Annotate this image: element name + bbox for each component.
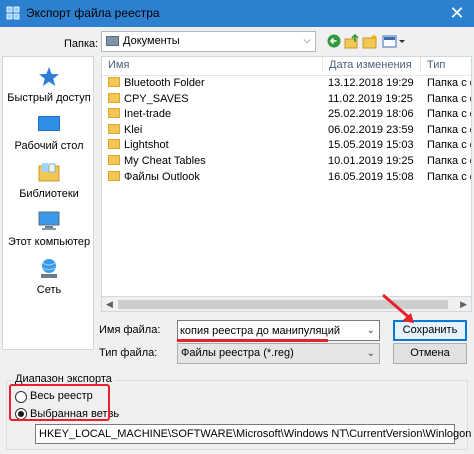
back-icon[interactable] xyxy=(326,32,342,50)
places-bar: Быстрый доступ Рабочий стол Библиотеки Э… xyxy=(2,56,94,350)
filetype-dropdown[interactable]: Файлы реестра (*.reg) ⌄ xyxy=(177,343,380,364)
folder-icon xyxy=(108,77,120,87)
file-date: 15.05.2019 15:03 xyxy=(328,139,414,152)
file-date: 16.05.2019 15:08 xyxy=(328,170,414,183)
new-folder-icon[interactable] xyxy=(362,32,378,50)
chevron-down-icon: ⌵ xyxy=(303,35,311,46)
file-row[interactable]: Klei 06.02.2019 23:59 Папка с ф xyxy=(102,123,471,139)
file-type: Папка с ф xyxy=(427,170,471,183)
filename-label: Имя файла: xyxy=(99,324,161,336)
folder-icon xyxy=(108,155,120,165)
file-type: Папка с ф xyxy=(427,123,471,136)
file-name: CPY_SAVES xyxy=(124,92,189,105)
folder-icon xyxy=(108,92,120,103)
window-title: Экспорт файла реестра xyxy=(26,6,160,20)
file-type: Папка с ф xyxy=(427,108,471,121)
file-row[interactable]: Inet-trade 25.02.2019 18:06 Папка с ф xyxy=(102,107,471,123)
place-label: Сеть xyxy=(36,284,62,296)
filetype-value: Файлы реестра (*.reg) xyxy=(181,347,294,359)
branch-path-field[interactable]: HKEY_LOCAL_MACHINE\SOFTWARE\Microsoft\Wi… xyxy=(35,424,471,444)
file-type: Папка с ф xyxy=(427,139,471,152)
branch-path-value: HKEY_LOCAL_MACHINE\SOFTWARE\Microsoft\Wi… xyxy=(39,428,472,440)
desktop-icon xyxy=(38,116,60,131)
file-name: Inet-trade xyxy=(124,108,172,121)
scroll-right-icon[interactable]: ▶ xyxy=(460,299,467,310)
place-quick-access[interactable]: Быстрый доступ xyxy=(3,65,95,104)
file-name: Lightshot xyxy=(124,139,169,152)
file-list-header: Имя Дата изменения Тип xyxy=(102,57,471,76)
highlight-box xyxy=(9,384,110,421)
folder-label: Папка: xyxy=(64,38,99,50)
folder-icon xyxy=(108,170,120,181)
up-folder-icon[interactable] xyxy=(344,32,360,50)
file-date: 10.01.2019 19:25 xyxy=(328,155,414,167)
place-label: Быстрый доступ xyxy=(7,92,91,104)
filename-field[interactable]: ⌄ xyxy=(177,320,380,341)
file-type: Папка с ф xyxy=(427,77,471,89)
scroll-left-icon[interactable]: ◀ xyxy=(106,299,113,310)
folder-icon xyxy=(108,139,120,150)
file-type: Папка с ф xyxy=(427,155,471,167)
libraries-icon xyxy=(38,163,60,182)
place-label: Библиотеки xyxy=(19,188,79,200)
column-name[interactable]: Имя xyxy=(102,57,323,72)
file-name: Bluetooth Folder xyxy=(124,77,205,89)
folder-icon xyxy=(108,108,120,119)
place-label: Этот компьютер xyxy=(7,236,91,248)
folder-icon xyxy=(108,123,120,134)
file-date: 06.02.2019 23:59 xyxy=(328,123,414,136)
file-type: Папка с ф xyxy=(427,92,471,105)
chevron-down-icon: ⌄ xyxy=(366,348,375,359)
file-row[interactable]: My Cheat Tables 10.01.2019 19:25 Папка с… xyxy=(102,154,471,170)
close-button[interactable]: ✕ xyxy=(440,0,474,27)
column-type[interactable]: Тип xyxy=(421,57,471,72)
file-row[interactable]: Файлы Outlook 16.05.2019 15:08 Папка с ф xyxy=(102,170,471,186)
file-name: Klei xyxy=(124,123,143,136)
highlight-underline xyxy=(177,339,328,342)
file-date: 25.02.2019 18:06 xyxy=(328,108,414,121)
highlight-arrow-icon xyxy=(382,293,414,323)
file-row[interactable]: Lightshot 15.05.2019 15:03 Папка с ф xyxy=(102,138,471,154)
file-row[interactable]: CPY_SAVES 11.02.2019 19:25 Папка с ф xyxy=(102,92,471,108)
file-name: Файлы Outlook xyxy=(124,170,200,183)
file-list[interactable]: Имя Дата изменения Тип Bluetooth Folder … xyxy=(101,56,472,312)
file-row[interactable]: Bluetooth Folder 13.12.2018 19:29 Папка … xyxy=(102,76,471,92)
cancel-button[interactable]: Отмена xyxy=(393,343,467,364)
filetype-label: Тип файла: xyxy=(99,347,158,359)
file-name: My Cheat Tables xyxy=(124,155,206,167)
documents-folder-icon xyxy=(106,36,119,46)
place-label: Рабочий стол xyxy=(14,140,84,152)
view-menu-icon[interactable] xyxy=(381,32,407,50)
file-date: 13.12.2018 19:29 xyxy=(328,77,414,89)
place-desktop[interactable]: Рабочий стол xyxy=(3,113,95,152)
computer-icon xyxy=(38,211,60,230)
folder-value: Документы xyxy=(123,35,180,47)
chevron-down-icon[interactable]: ⌄ xyxy=(367,325,375,336)
place-network[interactable]: Сеть xyxy=(3,257,95,296)
column-date[interactable]: Дата изменения xyxy=(323,57,421,72)
place-this-pc[interactable]: Этот компьютер xyxy=(3,209,95,248)
network-icon xyxy=(41,259,57,278)
folder-dropdown[interactable]: Документы ⌵ xyxy=(101,31,316,52)
place-libraries[interactable]: Библиотеки xyxy=(3,161,95,200)
file-date: 11.02.2019 19:25 xyxy=(328,92,413,105)
filename-input[interactable] xyxy=(180,323,360,338)
registry-editor-icon xyxy=(6,6,20,20)
star-icon xyxy=(39,67,59,86)
